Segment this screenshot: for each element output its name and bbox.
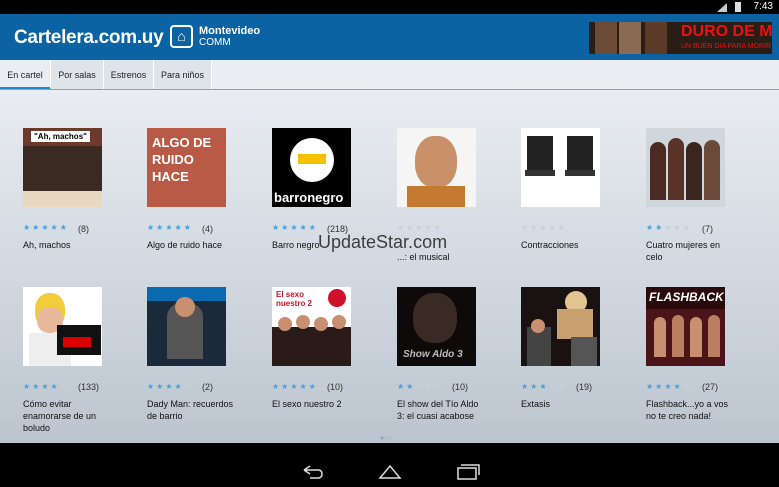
rating-stars: ★★★★★ [23, 223, 69, 232]
show-title[interactable]: El show del Tío Aldo 3: el cuasi acabose [397, 398, 487, 422]
tab-en-cartel[interactable]: En cartel [0, 60, 51, 90]
poster[interactable]: barronegro [272, 128, 351, 207]
vote-count: (27) [702, 382, 719, 392]
rating-stars: ★★★★★ [272, 382, 318, 391]
page-indicator: ●○○ [380, 435, 393, 442]
status-bar: 7:43 [0, 0, 779, 14]
poster[interactable] [521, 128, 600, 207]
poster[interactable] [521, 287, 600, 366]
rating-stars: ★★★★★ [397, 223, 443, 232]
back-icon[interactable] [292, 458, 332, 487]
rating-stars: ★★★★★ [23, 382, 69, 391]
poster[interactable] [23, 287, 102, 366]
poster[interactable] [147, 287, 226, 366]
ad-title: DURO DE MATAR [681, 23, 772, 40]
rating-stars: ★★★★★ [521, 382, 567, 391]
show-title[interactable]: El sexo nuestro 2 [272, 398, 382, 410]
tab-bar: En cartel Por salas Estrenos Para niños [0, 60, 779, 90]
vote-count: (133) [78, 382, 100, 392]
vote-count: (19) [576, 382, 593, 392]
tab-estrenos[interactable]: Estrenos [104, 60, 154, 90]
show-title[interactable]: Cómo evitar enamorarse de un boludo [23, 398, 103, 434]
partner-line1: Montevideo [199, 25, 261, 37]
vote-count: (8) [78, 224, 89, 234]
recents-icon[interactable] [448, 458, 488, 487]
poster[interactable]: Show Aldo 3 [397, 287, 476, 366]
home-icon[interactable] [370, 458, 410, 487]
comm-icon: ⌂ [170, 25, 193, 48]
rating-stars: ★★★★★ [147, 382, 193, 391]
poster[interactable]: FLASHBACK [646, 287, 725, 366]
poster[interactable] [646, 128, 725, 207]
rating-stars: ★★★★★ [147, 223, 193, 232]
tab-por-salas[interactable]: Por salas [51, 60, 104, 90]
rating-stars: ★★★★★ [397, 382, 443, 391]
rating-stars: ★★★★★ [521, 223, 567, 232]
show-title[interactable]: Dady Man: recuerdos de barrio [147, 398, 237, 422]
rating-stars: ★★★★★ [272, 223, 318, 232]
ad-subtitle: UN BUEN DIA PARA MORIR [681, 43, 772, 50]
poster[interactable]: ALGO DE RUIDO HACE [147, 128, 226, 207]
show-title[interactable]: Flashback...yo a vos no te creo nada! [646, 398, 731, 422]
vote-count: (10) [327, 382, 344, 392]
vote-count: (10) [452, 382, 469, 392]
rating-stars: ★★★★★ [646, 223, 692, 232]
vote-count: (7) [702, 224, 713, 234]
vote-count: (2) [202, 382, 213, 392]
poster[interactable]: "Ah, machos" [23, 128, 102, 207]
tab-para-ninos[interactable]: Para niños [154, 60, 212, 90]
signal-icon [717, 3, 727, 12]
watermark: UpdateStar.com [318, 232, 448, 252]
show-title[interactable]: Ah, machos [23, 239, 133, 251]
show-title[interactable]: Extasis [521, 398, 631, 410]
poster[interactable]: El sexo nuestro 2 [272, 287, 351, 366]
navigation-bar [0, 458, 779, 487]
app-bar: Cartelera.com.uy ⌂ Montevideo COMM DURO … [0, 14, 779, 60]
show-grid: "Ah, machos" ★★★★★ (8) Ah, machos ALGO D… [0, 90, 779, 443]
app-logo[interactable]: Cartelera.com.uy [14, 27, 164, 49]
partner-line2: COMM [199, 37, 231, 48]
show-title[interactable]: Contracciones [521, 239, 631, 251]
rating-stars: ★★★★★ [646, 382, 692, 391]
vote-count: (4) [202, 224, 213, 234]
show-title[interactable]: Algo de ruido hace [147, 239, 257, 251]
montevideo-comm-logo[interactable]: ⌂ Montevideo COMM [170, 25, 260, 51]
poster[interactable] [397, 128, 476, 207]
battery-icon [735, 2, 741, 12]
ad-banner[interactable]: DURO DE MATAR UN BUEN DIA PARA MORIR [589, 22, 772, 54]
show-title[interactable]: Cuatro mujeres en celo [646, 239, 736, 263]
clock: 7:43 [753, 1, 773, 12]
